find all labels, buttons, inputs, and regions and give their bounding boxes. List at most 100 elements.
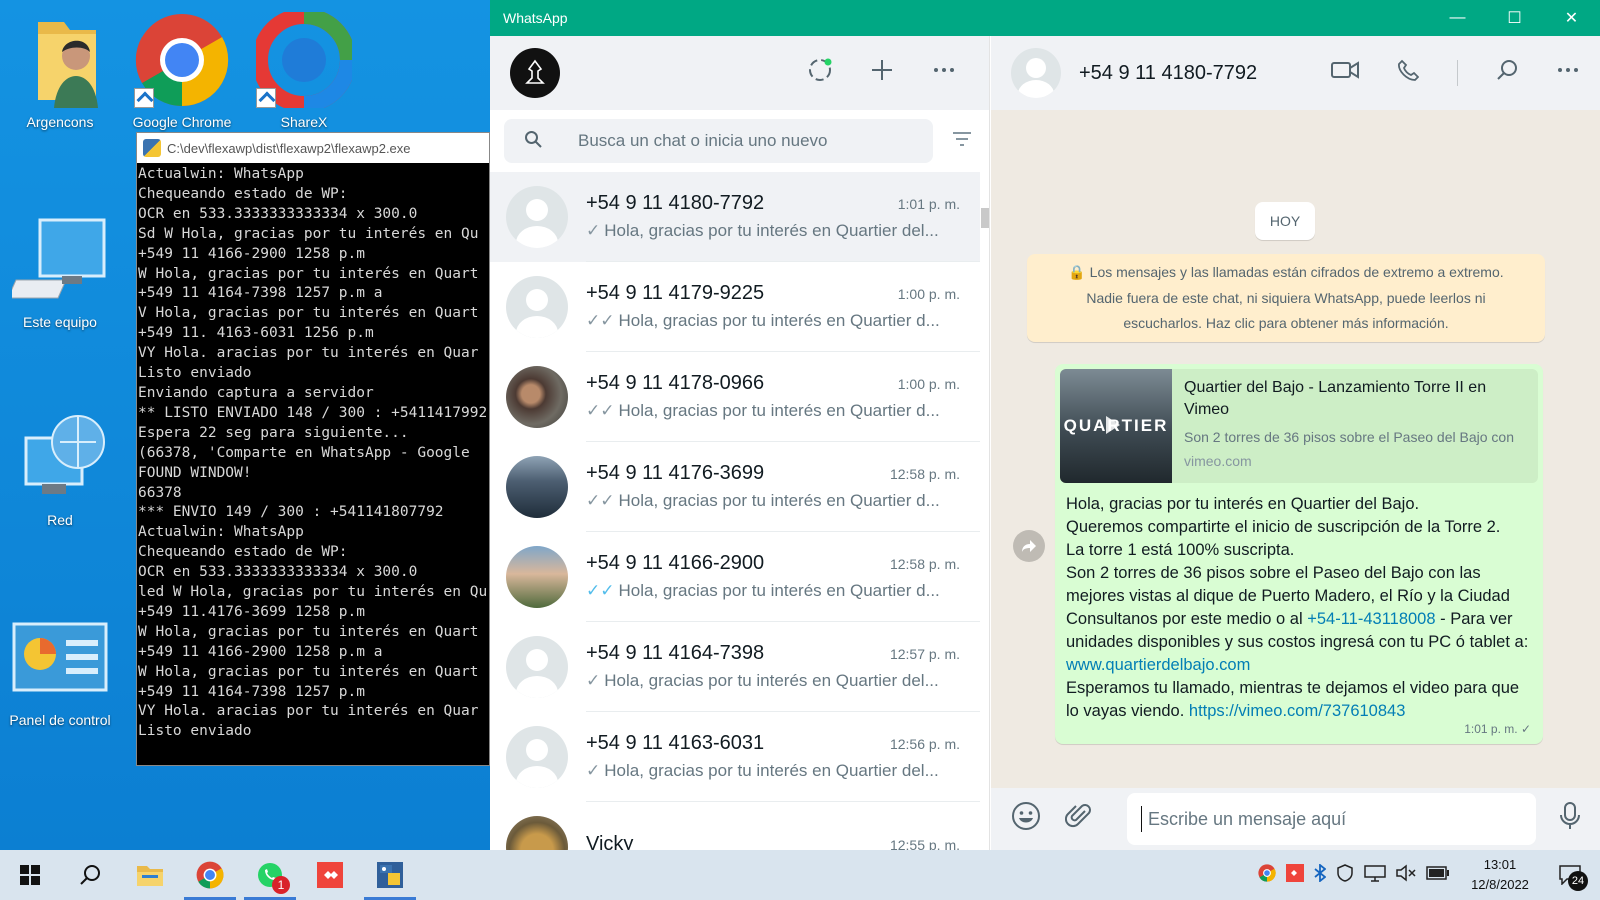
taskbar-python-console[interactable] [360, 850, 420, 900]
desktop-icon-argencons[interactable]: Argencons [0, 12, 120, 130]
taskbar-anydesk[interactable] [300, 850, 360, 900]
notifications-button[interactable]: 24 [1550, 855, 1590, 895]
desktop-icon-red[interactable]: Red [0, 410, 120, 528]
sent-tick-icon: ✓ [586, 671, 601, 690]
voice-call-icon[interactable] [1397, 59, 1420, 87]
tray-anydesk-icon[interactable] [1286, 864, 1304, 886]
search-icon[interactable] [1496, 59, 1518, 87]
chat-item[interactable]: +54 9 11 4166-2900 12:58 p. m. ✓✓ Hola, gr… [490, 532, 980, 622]
taskbar-whatsapp[interactable]: 1 [240, 850, 300, 900]
console-title: C:\dev\flexawp\dist\flexawp2\flexawp2.ex… [167, 140, 411, 156]
website-link[interactable]: www.quartierdelbajo.com [1066, 656, 1250, 674]
contact-photo-avatar [506, 366, 568, 428]
chat-time: 1:00 p. m. [897, 286, 960, 302]
chat-time: 1:00 p. m. [897, 376, 960, 392]
folder-icon [137, 866, 163, 886]
chat-name: +54 9 11 4180-7792 [586, 192, 765, 214]
link-preview[interactable]: QUARTIER Quartier del Bajo - Lanzamiento… [1060, 369, 1538, 483]
maximize-button[interactable]: ☐ [1486, 0, 1543, 36]
network-tray-icon[interactable] [1364, 864, 1386, 886]
chat-item[interactable]: +54 9 11 4179-9225 1:00 p. m. ✓✓ Hola, gra… [490, 262, 980, 352]
bluetooth-icon[interactable] [1314, 863, 1327, 886]
chat-time: 12:58 p. m. [889, 556, 960, 572]
message-line: Queremos compartirte el inicio de suscri… [1066, 518, 1501, 536]
video-call-icon[interactable] [1331, 60, 1359, 86]
chat-item[interactable]: +54 9 11 4163-6031 12:56 p. m. ✓ Hola, gra… [490, 712, 980, 802]
desktop-icon-panel-de-control[interactable]: Panel de control [0, 610, 120, 728]
encryption-notice-text: Los mensajes y las llamadas están cifrad… [1086, 264, 1504, 331]
taskbar-file-explorer[interactable] [120, 850, 180, 900]
desktop-icon-label: Argencons [26, 114, 94, 130]
menu-icon[interactable] [931, 57, 957, 89]
contact-avatar-icon [506, 276, 568, 338]
attach-icon[interactable] [1064, 802, 1093, 837]
chat-preview: Hola, gracias por tu interés en Quartier… [618, 581, 940, 600]
search-button[interactable] [60, 850, 120, 900]
desktop-icon-sharex[interactable]: ShareX [244, 8, 364, 130]
console-titlebar[interactable]: C:\dev\flexawp\dist\flexawp2\flexawp2.ex… [137, 133, 489, 163]
contact-name[interactable]: +54 9 11 4180-7792 [1079, 62, 1331, 85]
security-icon[interactable] [1336, 864, 1354, 886]
conversation-pane: +54 9 11 4180-7792 HOY 🔒 Los mensajes y … [991, 36, 1600, 850]
contact-avatar-icon [506, 726, 568, 788]
profile-avatar[interactable] [510, 48, 560, 98]
filter-icon[interactable] [947, 131, 977, 152]
console-output: Actualwin: WhatsApp Chequeando estado de… [138, 166, 488, 740]
desktop-icon-este-equipo[interactable]: Este equipo [0, 212, 120, 330]
video-thumbnail[interactable]: QUARTIER [1060, 369, 1172, 483]
search-row: Busca un chat o inicia uno nuevo [490, 110, 989, 172]
battery-icon[interactable] [1426, 866, 1450, 884]
chat-preview: Hola, gracias por tu interés en Quartier… [604, 671, 939, 690]
emoji-icon[interactable] [1011, 801, 1041, 838]
contact-photo-avatar [506, 816, 568, 850]
desktop-icon-chrome[interactable]: Google Chrome [122, 12, 242, 130]
menu-icon[interactable] [1556, 58, 1580, 88]
message-input[interactable]: Escribe un mensaje aquí [1127, 793, 1536, 845]
message-area[interactable]: HOY 🔒 Los mensajes y las llamadas están … [991, 110, 1600, 788]
lock-icon: 🔒 [1068, 264, 1086, 280]
volume-muted-icon[interactable] [1396, 864, 1416, 886]
start-button[interactable] [0, 850, 60, 900]
chat-item[interactable]: +54 9 11 4180-7792 1:01 p. m. ✓ Hola, grac… [490, 172, 980, 262]
clock[interactable]: 13:01 12/8/2022 [1460, 855, 1540, 895]
phone-link[interactable]: +54-11-43118008 [1307, 610, 1435, 628]
message-input-placeholder: Escribe un mensaje aquí [1148, 808, 1347, 829]
network-icon [12, 410, 108, 506]
contact-avatar-icon [506, 636, 568, 698]
encryption-notice[interactable]: 🔒 Los mensajes y las llamadas están cifr… [1027, 254, 1545, 342]
status-icon[interactable] [807, 57, 833, 89]
microphone-icon[interactable] [1560, 801, 1580, 837]
new-chat-icon[interactable] [869, 57, 895, 89]
search-placeholder: Busca un chat o inicia uno nuevo [578, 131, 828, 150]
tray-chrome-icon[interactable] [1258, 864, 1276, 886]
taskbar-chrome[interactable] [180, 850, 240, 900]
search-input[interactable]: Busca un chat o inicia uno nuevo [504, 119, 933, 163]
desktop-icon-label: Panel de control [9, 712, 111, 728]
scrollbar-thumb[interactable] [981, 208, 989, 228]
chat-list-scrollbar[interactable] [980, 172, 990, 850]
conversation-header[interactable]: +54 9 11 4180-7792 [991, 36, 1600, 110]
computer-icon [7, 212, 108, 308]
video-link[interactable]: https://vimeo.com/737610843 [1189, 702, 1405, 720]
read-tick-icon: ✓✓ [586, 581, 615, 600]
clock-time: 13:01 [1483, 857, 1517, 872]
contact-photo-avatar [506, 456, 568, 518]
chat-name: +54 9 11 4164-7398 [586, 642, 765, 664]
sharex-icon [252, 8, 356, 112]
chat-time: 12:55 p. m. [889, 836, 960, 851]
chat-item[interactable]: +54 9 11 4176-3699 12:58 p. m. ✓✓ Hola, gr… [490, 442, 980, 532]
outgoing-message[interactable]: QUARTIER Quartier del Bajo - Lanzamiento… [1055, 364, 1543, 744]
minimize-button[interactable]: — [1429, 0, 1486, 36]
message-meta: 1:01 p. m. ✓ [1464, 722, 1531, 736]
console-window[interactable]: C:\dev\flexawp\dist\flexawp2\flexawp2.ex… [136, 132, 490, 766]
whatsapp-titlebar[interactable]: WhatsApp — ☐ ✕ [490, 0, 1600, 36]
chat-name: Vicky [586, 832, 634, 851]
chat-item[interactable]: +54 9 11 4164-7398 12:57 p. m. ✓ Hola, gra… [490, 622, 980, 712]
contact-avatar-icon[interactable] [1011, 48, 1061, 98]
chat-item[interactable]: +54 9 11 4178-0966 1:00 p. m. ✓✓ Hola, gra… [490, 352, 980, 442]
day-chip: HOY [1255, 202, 1315, 240]
chat-item[interactable]: Vicky 12:55 p. m. [490, 802, 980, 850]
close-button[interactable]: ✕ [1543, 0, 1600, 36]
shortcut-arrow-icon [256, 88, 276, 108]
forward-icon[interactable] [1013, 530, 1045, 562]
